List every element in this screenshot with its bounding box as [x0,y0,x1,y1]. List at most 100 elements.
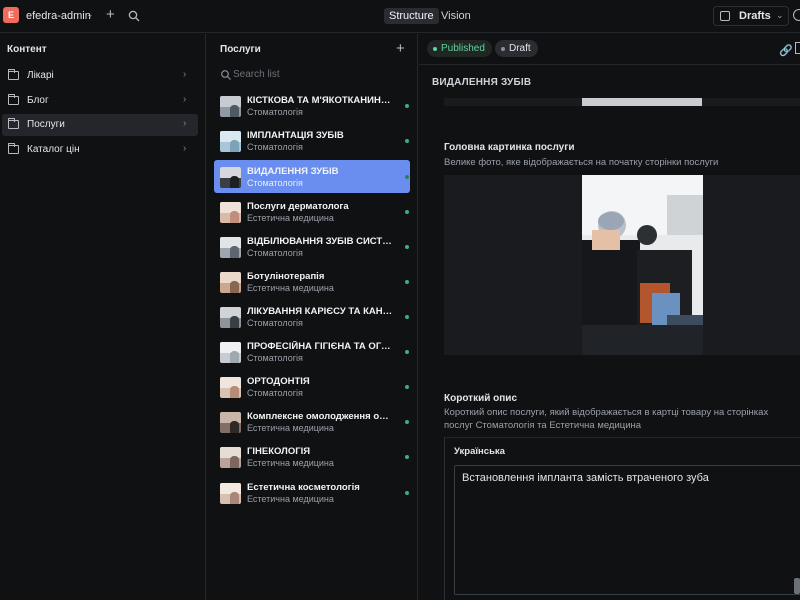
list-item-subtitle: Стоматологія [247,353,303,363]
list-item-subtitle: Естетична медицина [247,458,334,468]
list-item-title: ОРТОДОНТІЯ [247,376,310,387]
language-label: Українська [454,446,505,457]
list-item-title: Ботулінотерапія [247,271,325,282]
scrollbar[interactable] [794,578,800,594]
folder-icon [8,143,19,154]
thumbnail [220,167,241,188]
list-item-title: ВИДАЛЕННЯ ЗУБІВ [247,166,339,177]
list-item[interactable]: ОРТОДОНТІЯ Стоматологія [214,370,410,403]
list-item-subtitle: Стоматологія [247,107,303,117]
project-name[interactable]: efedra-admin [26,10,91,22]
document-pane: Published Draft 🔗 ВИДАЛЕННЯ ЗУБІВ Головн… [419,34,800,600]
short-description-field: Українська Встановлення імпланта замість… [444,437,800,600]
tab-structure[interactable]: Structure [384,8,439,24]
pane-title: Послуги [220,44,261,55]
thumbnail [220,237,241,258]
list-item[interactable]: ЛІКУВАННЯ КАРІЄСУ ТА КАНАЛІВ Стоматологі… [214,300,410,333]
nav-item-blog[interactable]: Блог › [2,90,198,112]
status-dot [405,175,409,179]
chevron-down-icon: ⌄ [776,10,784,20]
short-description-textarea[interactable]: Встановлення імпланта замість втраченого… [454,465,800,595]
chevron-right-icon: › [183,143,187,154]
calendar-icon [720,11,730,21]
thumbnail [220,96,241,117]
list-item-subtitle: Стоматологія [247,178,303,188]
plus-icon[interactable]: + [106,7,115,23]
list-item[interactable]: Послуги дерматолога Естетична медицина [214,195,410,228]
nav-item-services[interactable]: Послуги › [2,114,198,136]
list-item-subtitle: Стоматологія [247,248,303,258]
list-item[interactable]: Естетична косметологія Естетична медицин… [214,476,410,509]
status-dot [405,139,409,143]
add-document-icon[interactable]: + [396,40,405,57]
status-dot [405,210,409,214]
thumbnail [220,377,241,398]
status-dot [501,47,505,51]
list-item-subtitle: Стоматологія [247,142,303,152]
thumbnail [220,447,241,468]
list-item-subtitle: Стоматологія [247,318,303,328]
published-status-pill[interactable]: Published [427,40,492,57]
nav-item-price-catalog[interactable]: Каталог цін › [2,139,198,161]
list-item-title: Естетична косметологія [247,482,360,493]
draft-status-pill[interactable]: Draft [495,40,538,57]
folder-icon [8,94,19,105]
chevron-right-icon: › [183,118,187,129]
nav-item-label: Блог [27,95,49,106]
drafts-selector[interactable]: Drafts ⌄ [713,6,789,26]
chevron-down-icon[interactable]: ⌄ [86,9,94,20]
list-item-title: Комплексне омолодження обличчя [247,411,393,422]
short-description-value: Встановлення імпланта замість втраченого… [462,472,709,484]
list-item[interactable]: ГІНЕКОЛОГІЯ Естетична медицина [214,440,410,473]
thumbnail [220,272,241,293]
list-item-title: ГІНЕКОЛОГІЯ [247,446,311,457]
services-list-pane: Послуги + Search list КІСТКОВА ТА М'ЯКОТ… [207,34,418,600]
link-icon[interactable]: 🔗 [779,44,793,57]
tab-vision[interactable]: Vision [436,8,476,24]
chevron-right-icon: › [183,94,187,105]
help-icon[interactable] [793,9,800,21]
nav-item-label: Послуги [27,119,65,130]
list-item[interactable]: ВІДБІЛЮВАННЯ ЗУБІВ СИСТЕМОЮ Стоматологія [214,230,410,263]
status-dot [405,420,409,424]
published-label: Published [441,43,485,54]
project-logo[interactable]: E [3,7,19,23]
dental-procedure-photo [582,175,703,355]
thumbnail [220,307,241,328]
search-input[interactable]: Search list [233,69,280,80]
list-item-title: ІМПЛАНТАЦІЯ ЗУБІВ [247,130,344,141]
list-item-subtitle: Естетична медицина [247,283,334,293]
search-icon[interactable] [128,10,140,22]
document-title: ВИДАЛЕННЯ ЗУБІВ [432,77,532,88]
thumbnail [220,131,241,152]
list-item-title: ВІДБІЛЮВАННЯ ЗУБІВ СИСТЕМОЮ [247,236,393,247]
short-description-label: Короткий опис [444,393,518,404]
previous-image-field [444,98,800,106]
main-image-description: Велике фото, яке відображається на почат… [444,157,719,168]
panel-icon[interactable] [795,42,800,54]
status-dot [405,350,409,354]
nav-item-doctors[interactable]: Лікарі › [2,65,198,87]
nav-item-label: Лікарі [27,70,54,81]
list-item[interactable]: ІМПЛАНТАЦІЯ ЗУБІВ Стоматологія [214,124,410,157]
thumbnail [220,342,241,363]
list-item-title: КІСТКОВА ТА М'ЯКОТКАНИННА ПЛАСТИКА [247,95,393,106]
list-item[interactable]: ПРОФЕСІЙНА ГІГІЄНА ТА ОГЛЯД Стоматологія [214,335,410,368]
list-item[interactable]: КІСТКОВА ТА М'ЯКОТКАНИННА ПЛАСТИКА Стома… [214,89,410,122]
nav-item-label: Каталог цін [27,144,80,155]
status-dot [405,455,409,459]
list-item-title: ПРОФЕСІЙНА ГІГІЄНА ТА ОГЛЯД [247,341,393,352]
list-item-selected[interactable]: ВИДАЛЕННЯ ЗУБІВ Стоматологія [214,160,410,193]
main-image-label: Головна картинка послуги [444,142,575,153]
status-dot [405,491,409,495]
main-image-field[interactable] [444,175,800,355]
search-icon [221,70,231,80]
thumbnail [220,483,241,504]
list-item[interactable]: Комплексне омолодження обличчя Естетична… [214,405,410,438]
list-item-title: ЛІКУВАННЯ КАРІЄСУ ТА КАНАЛІВ [247,306,393,317]
status-dot [405,245,409,249]
thumbnail [220,412,241,433]
pane-title: Контент [7,44,47,55]
content-pane: Контент Лікарі › Блог › Послуги › Катало… [0,34,206,600]
list-item[interactable]: Ботулінотерапія Естетична медицина [214,265,410,298]
